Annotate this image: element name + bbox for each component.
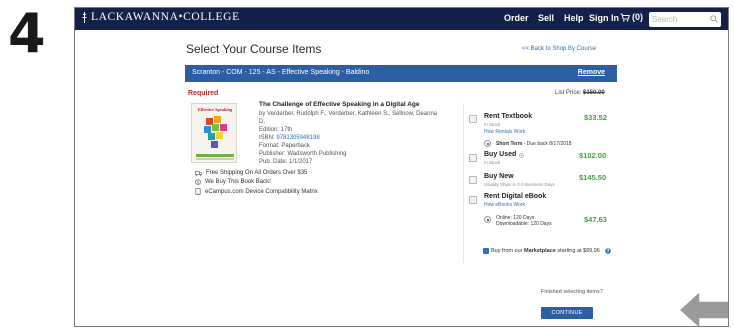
book-title: The Challenge of Effective Speaking in a… (259, 101, 420, 108)
list-price-value: $150.00 (583, 90, 605, 96)
marketplace-checkbox[interactable] (483, 248, 489, 254)
ebook-term-radio[interactable] (484, 216, 491, 223)
continue-button[interactable]: CONTINUE (541, 307, 593, 319)
book-cover-image[interactable]: Effective Speaking (191, 103, 237, 163)
book-pub-date: Pub. Date: 1/1/2017 (259, 159, 313, 165)
short-term-label: Short Term - Due back 8/17/2018 (496, 141, 572, 147)
marketplace-text[interactable]: Buy from our Marketplace starting at $89… (491, 248, 600, 254)
marketplace-info-icon[interactable]: ? (605, 248, 611, 254)
perk-device-matrix[interactable]: eCampus.com Device Compatibility Matrix (195, 188, 318, 195)
cover-art (196, 116, 234, 160)
marketplace-suffix: starting at $89.96 (555, 248, 600, 254)
cart-button[interactable]: (0) (620, 12, 643, 22)
step-number: 4 (8, 2, 46, 65)
nav-order[interactable]: Order (504, 13, 529, 23)
course-title: Scranton - COM - 125 - AS - Effective Sp… (192, 69, 370, 76)
perk-buyback[interactable]: $ We Buy This Book Back! (195, 179, 271, 185)
search-box (649, 12, 721, 27)
brand-name: LACKAWANNA•COLLEGE (91, 11, 240, 23)
book-authors: by Verderber, Rudolph F., Verderber, Kat… (259, 111, 438, 117)
tablet-icon (195, 188, 201, 195)
perk-label: eCampus.com Device Compatibility Matrix (205, 188, 318, 195)
buy-used-checkbox[interactable] (469, 154, 477, 162)
nav-help[interactable]: Help (564, 13, 584, 23)
nav-sign-in[interactable]: Sign In (589, 13, 619, 23)
truck-icon (195, 170, 202, 176)
buy-new-label: Buy New (484, 173, 514, 180)
cart-count: (0) (632, 12, 643, 22)
search-icon[interactable] (710, 15, 718, 23)
top-nav: LACKAWANNA•COLLEGE Order Sell Help Sign … (75, 8, 728, 30)
isbn-link[interactable]: 9781305948198 (276, 135, 319, 141)
marketplace-name: Marketplace (524, 248, 556, 254)
buy-used-label: Buy Used (484, 151, 517, 158)
book-edition: Edition: 17th (259, 127, 293, 133)
info-icon[interactable] (519, 153, 524, 158)
column-divider (463, 103, 464, 263)
short-term-radio[interactable] (484, 140, 491, 147)
remove-course-link[interactable]: Remove (578, 69, 605, 76)
svg-text:?: ? (607, 249, 610, 254)
course-bar: Scranton - COM - 125 - AS - Effective Sp… (185, 65, 617, 82)
ebook-label: Rent Digital eBook (484, 193, 547, 200)
perk-label: Free Shipping On All Orders Over $35 (206, 170, 308, 176)
isbn-label: ISBN: (259, 135, 277, 141)
rent-textbook-label: Rent Textbook (484, 113, 533, 120)
cart-icon (620, 13, 630, 22)
perk-label: We Buy This Book Back! (205, 179, 271, 185)
book-format: Format: Paperback (259, 143, 311, 149)
lamp-icon (82, 11, 87, 23)
rent-stock-status: In Stock (484, 122, 501, 127)
used-stock-status: In Stock (484, 160, 501, 165)
tutorial-arrow-icon (678, 289, 728, 326)
page-title: Select Your Course Items (186, 42, 322, 56)
how-rentals-work-link[interactable]: How Rentals Work (484, 129, 525, 135)
buy-new-price: $145.50 (579, 173, 607, 182)
svg-text:$: $ (197, 180, 200, 185)
term-due: - Due back 8/17/2018 (522, 141, 572, 147)
college-logo[interactable]: LACKAWANNA•COLLEGE (82, 11, 240, 23)
dollar-icon: $ (195, 179, 201, 185)
book-publisher: Publisher: Wadsworth Publishing (259, 151, 347, 157)
tutorial-frame: 4 LACKAWANNA•COLLEGE Order Sell Help Sig… (0, 0, 734, 329)
browser-window: LACKAWANNA•COLLEGE Order Sell Help Sign … (74, 7, 729, 327)
ebook-download-term: Downloadable: 120 Days (496, 221, 552, 227)
search-input[interactable] (652, 13, 707, 26)
buy-new-checkbox[interactable] (469, 176, 477, 184)
list-price: List Price: $150.00 (555, 90, 605, 96)
marketplace-prefix: Buy from our (491, 248, 525, 254)
perk-free-shipping: Free Shipping On All Orders Over $35 (195, 170, 307, 176)
new-shipping-status: Usually Ships in 2-3 Business Days (484, 182, 555, 187)
buy-used-price: $102.00 (579, 151, 607, 160)
list-price-label: List Price: (555, 90, 582, 96)
rent-textbook-checkbox[interactable] (469, 115, 477, 123)
book-isbn: ISBN: 9781305948198 (259, 134, 320, 142)
nav-sell[interactable]: Sell (538, 13, 554, 23)
required-label: Required (188, 90, 219, 97)
rent-textbook-price: $33.52 (584, 113, 607, 122)
book-authors-cont: D. (259, 119, 265, 125)
back-to-shop-link[interactable]: << Back to Shop By Course (522, 46, 596, 52)
finished-prompt: Finished selecting items? (541, 289, 603, 295)
ebook-checkbox[interactable] (469, 196, 477, 204)
ebook-price: $47.63 (584, 215, 607, 224)
term-name: Short Term (496, 141, 523, 147)
how-ebooks-work-link[interactable]: How eBooks Work (484, 202, 525, 208)
